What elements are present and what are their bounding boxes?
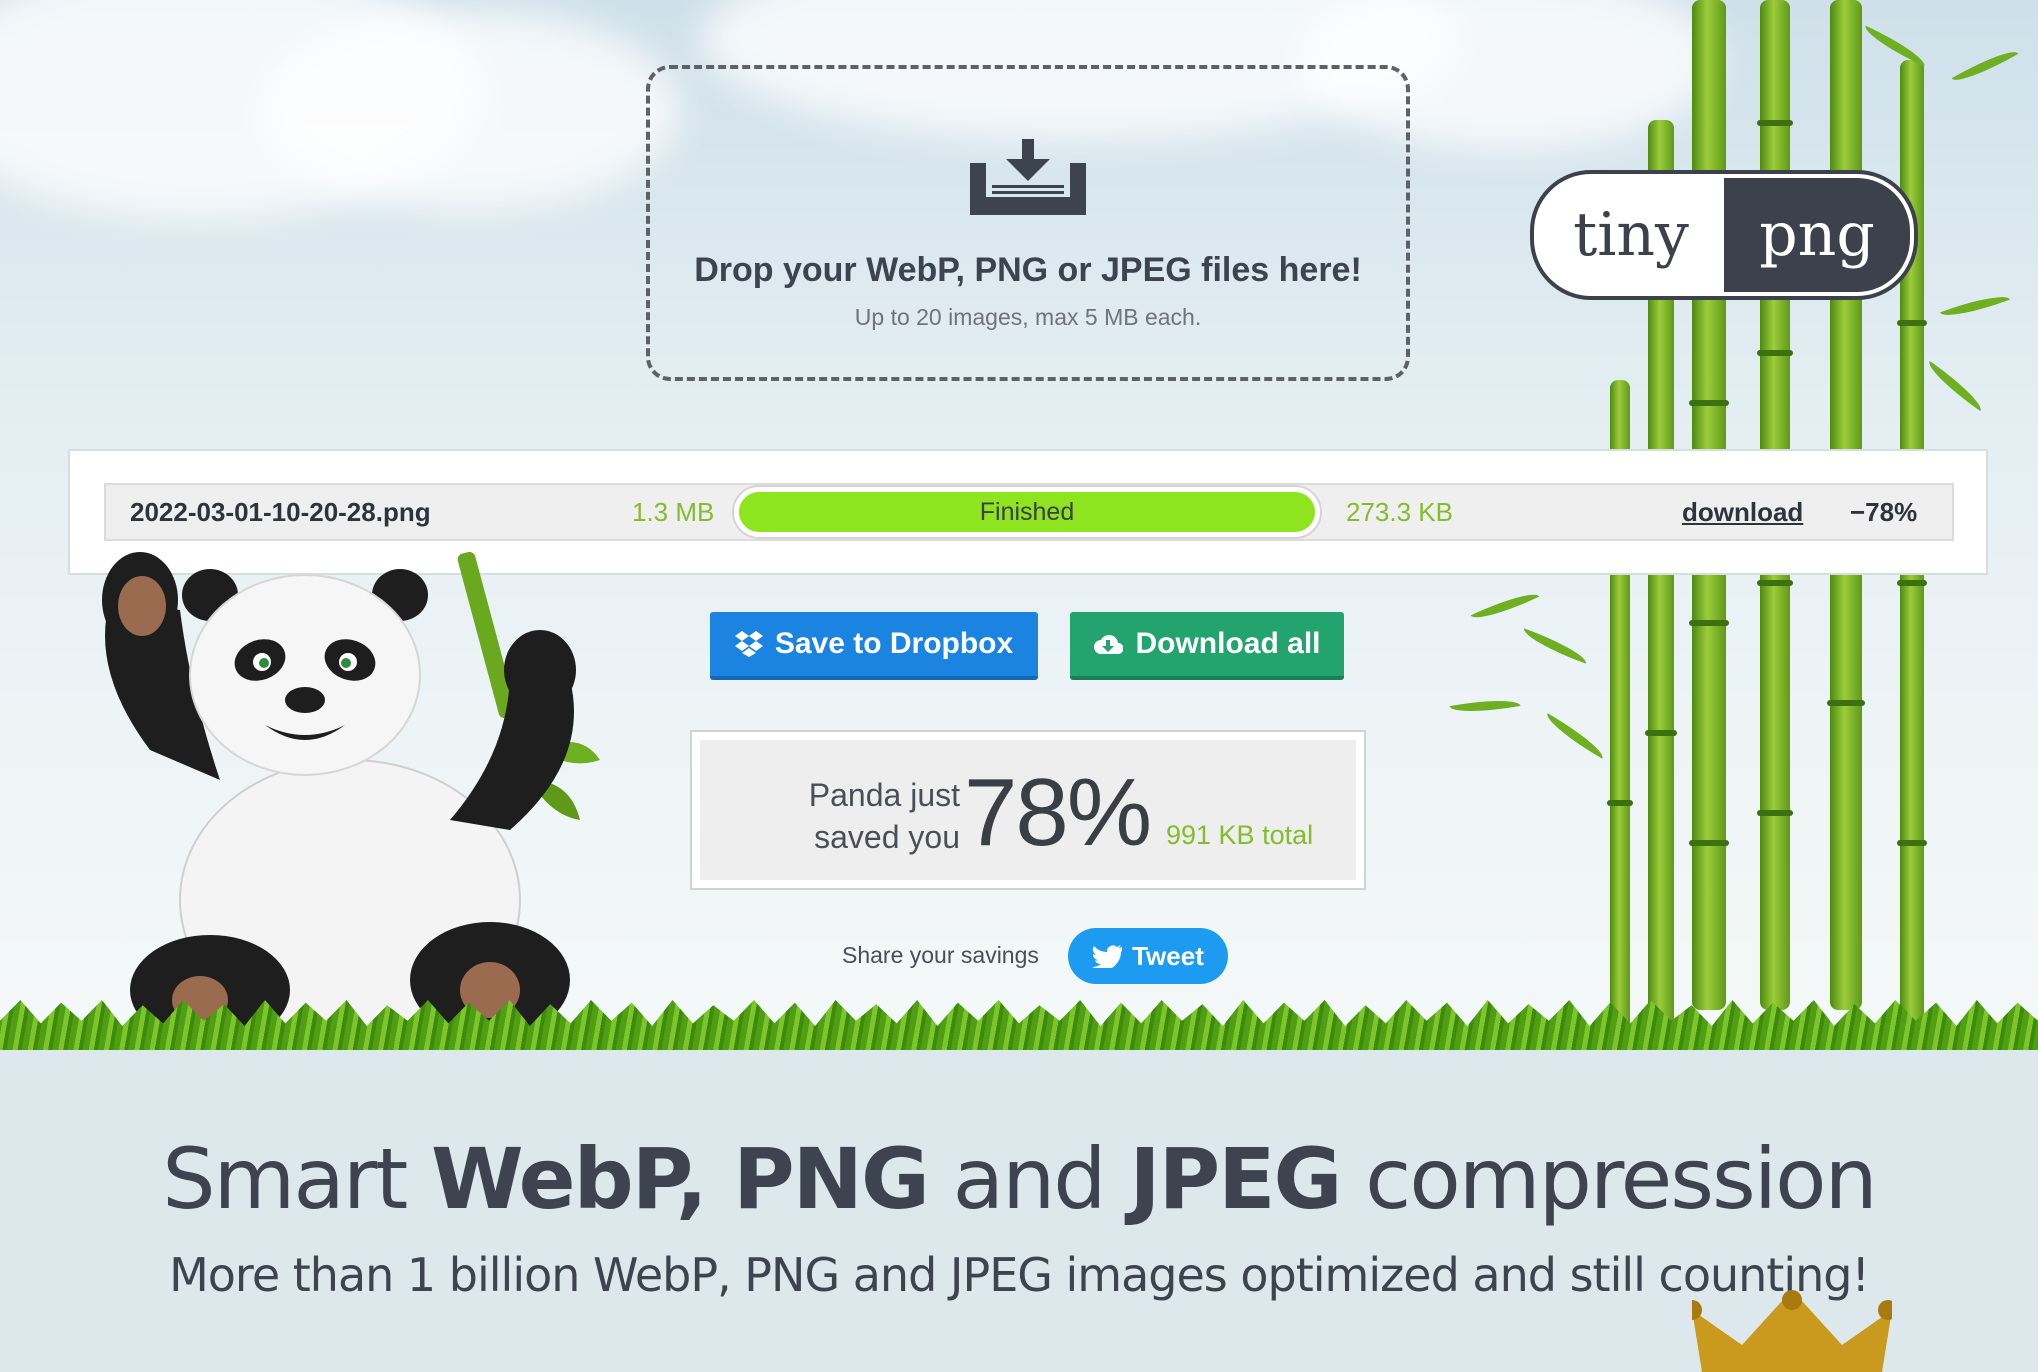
save-to-dropbox-label: Save to Dropbox <box>774 627 1014 660</box>
grass-decoration <box>0 1000 2038 1050</box>
savings-label-line1: Panda just <box>808 777 960 813</box>
twitter-bird-icon <box>1092 945 1123 968</box>
cloud-decoration <box>260 10 680 210</box>
reduction-percent: −78% <box>1850 497 1918 527</box>
progress-bar: Finished <box>732 485 1322 539</box>
upload-tray-icon <box>970 139 1086 215</box>
logo-png: png <box>1724 178 1910 292</box>
dropbox-icon <box>734 631 763 657</box>
panda-mascot <box>102 551 600 1040</box>
progress-status: Finished <box>979 498 1075 526</box>
dropzone-title: Drop your WebP, PNG or JPEG files here! <box>694 251 1362 289</box>
headline-prefix: Smart <box>162 1130 432 1228</box>
headline-suffix: compression <box>1340 1130 1878 1228</box>
share-label: Share your savings <box>842 942 1039 968</box>
crown-icon <box>1692 1290 1892 1372</box>
page-headline: Smart WebP, PNG and JPEG compression <box>0 1130 2038 1228</box>
logo-tiny: tiny <box>1573 200 1689 270</box>
savings-label-line2: saved you <box>814 819 960 855</box>
headline-bold-jpeg: JPEG <box>1129 1130 1342 1228</box>
savings-inner: Panda just saved you 78% 991 KB total <box>700 740 1356 880</box>
cloud-download-icon <box>1094 635 1124 654</box>
headline-bold-formats: WebP, PNG <box>431 1130 930 1228</box>
tweet-button[interactable]: Tweet <box>1068 928 1228 984</box>
tinypng-logo[interactable]: tiny png <box>1534 174 1914 296</box>
download-all-label: Download all <box>1135 627 1321 660</box>
dropzone-subtitle: Up to 20 images, max 5 MB each. <box>854 304 1202 330</box>
savings-percent: 78% <box>964 759 1152 866</box>
compressed-size: 273.3 KB <box>1346 497 1453 527</box>
file-drop-zone[interactable]: Drop your WebP, PNG or JPEG files here! … <box>646 65 1410 381</box>
file-row: 2022-03-01-10-20-28.png 1.3 MB Finished … <box>104 483 1954 541</box>
savings-total: 991 KB total <box>1166 820 1314 850</box>
save-to-dropbox-button[interactable]: Save to Dropbox <box>710 612 1038 680</box>
tweet-label: Tweet <box>1132 940 1204 971</box>
savings-label: Panda just saved you <box>760 774 960 858</box>
download-all-button[interactable]: Download all <box>1070 612 1344 680</box>
download-link[interactable]: download <box>1682 485 1803 539</box>
savings-summary: Panda just saved you 78% 991 KB total <box>690 730 1366 890</box>
headline-mid: and <box>927 1130 1130 1228</box>
file-name: 2022-03-01-10-20-28.png <box>130 497 431 527</box>
original-size: 1.3 MB <box>632 497 715 527</box>
hero-section: Drop your WebP, PNG or JPEG files here! … <box>0 0 2038 1050</box>
